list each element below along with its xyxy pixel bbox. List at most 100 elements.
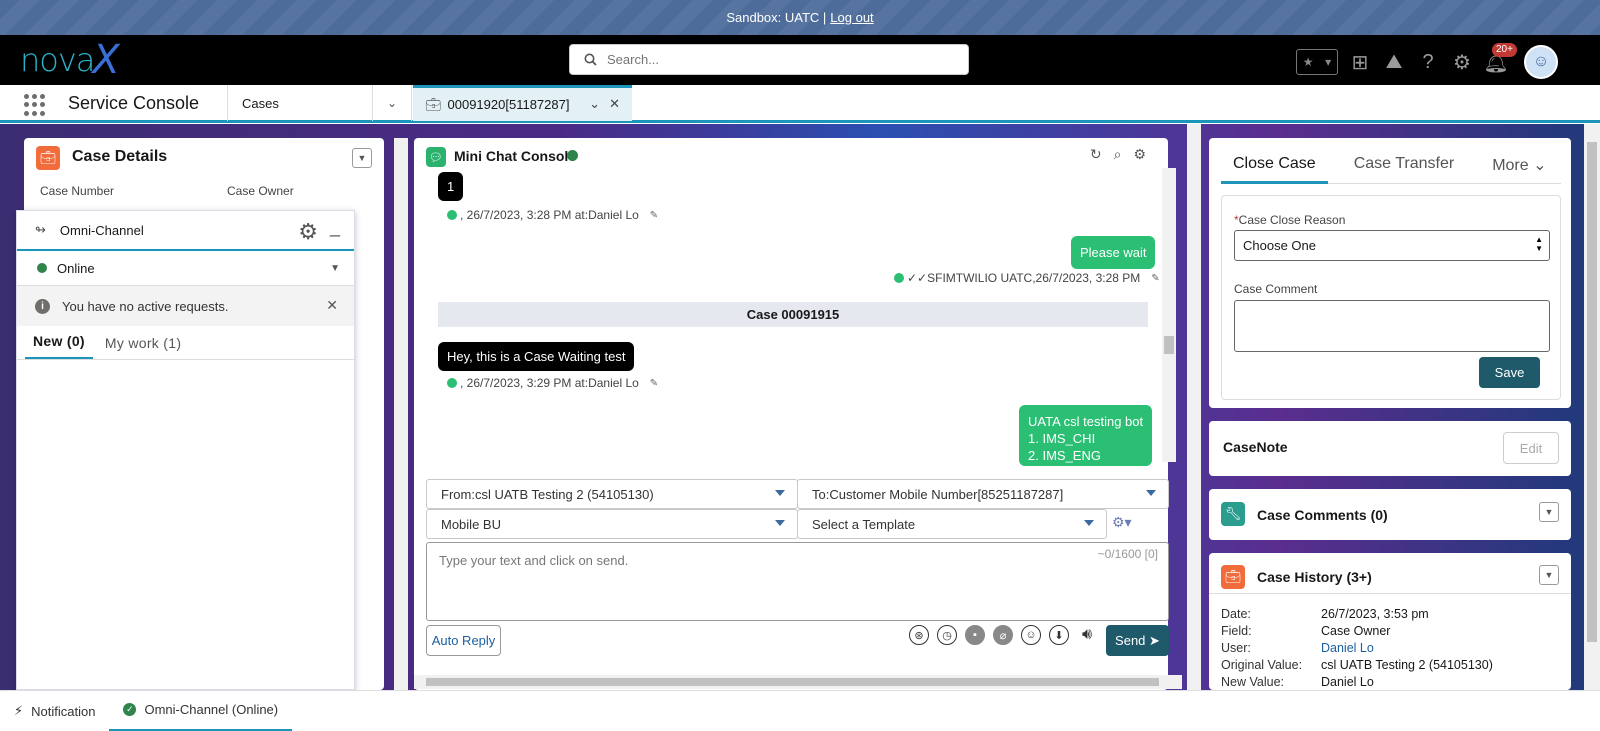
message-input[interactable]: Type your text and click on send. ~0/160… [426, 542, 1169, 621]
tab-close-case[interactable]: Close Case [1221, 150, 1328, 184]
case-icon: 💼︎ [36, 146, 60, 170]
app-launcher-icon[interactable] [24, 94, 46, 116]
close-case-tabs: Close Case Case Transfer More ⌄ [1221, 150, 1561, 184]
tab-case[interactable]: 💼︎ 00091920[51187287] ⌄ ✕ [413, 85, 632, 121]
send-button[interactable]: Send ➤ [1106, 625, 1169, 656]
star-icon: ★ [1302, 55, 1314, 69]
case-comments-dropdown-icon[interactable]: ▼ [1539, 502, 1559, 522]
settings-gear-icon[interactable]: ⚙ [1133, 146, 1146, 163]
edit-note-icon[interactable]: ✎ [650, 378, 658, 389]
chat-scrollbar[interactable] [1162, 168, 1176, 462]
message-meta-text: , 26/7/2023, 3:29 PM at:Daniel Lo [460, 376, 639, 390]
search-icon[interactable]: ⌕ [1114, 146, 1122, 163]
middle-scrollbar[interactable] [1187, 124, 1201, 690]
speaker-icon[interactable]: 🔊︎ [1077, 625, 1097, 645]
utility-omni-channel[interactable]: ✓ Omni-Channel (Online) [109, 690, 293, 731]
chat-scroll-thumb[interactable] [1164, 336, 1174, 354]
tab-more[interactable]: More ⌄ [1480, 150, 1558, 184]
omni-channel-panel: ↬ Omni-Channel ⚙ _ Online ▼ i You have n… [16, 210, 355, 690]
hscroll-thumb[interactable] [426, 678, 1159, 686]
case-briefcase-icon: 💼︎ [425, 96, 442, 112]
emoji-icon[interactable]: ☺ [1021, 625, 1041, 645]
business-unit-select[interactable]: Mobile BU [426, 509, 798, 539]
case-close-reason-label: *Case Close Reason [1234, 213, 1345, 227]
novax-logo[interactable]: nova X [20, 37, 120, 83]
send-label: Send [1115, 633, 1146, 648]
to-select[interactable]: To:Customer Mobile Number[85251187287] [797, 479, 1169, 509]
tab-my-work[interactable]: My work (1) [97, 335, 189, 359]
case-close-reason-text: Case Close Reason [1238, 213, 1346, 227]
case-close-reason-select[interactable]: Choose One ▲ ▼ [1234, 230, 1550, 261]
help-icon[interactable]: ? [1416, 49, 1440, 75]
casenote-title: CaseNote [1223, 439, 1288, 455]
auto-reply-button[interactable]: Auto Reply [426, 625, 501, 656]
from-select[interactable]: From:csl UATB Testing 2 (54105130) [426, 479, 798, 509]
send-arrow-icon: ➤ [1149, 632, 1160, 648]
case-history-card: 💼︎ Case History (3+) ▼ Date: 26/7/2023, 3… [1209, 553, 1571, 690]
trailhead-icon[interactable]: ⛰ [1382, 49, 1406, 75]
gear-icon[interactable]: ⚙ [298, 219, 318, 245]
bot-message-line: 2. IMS_ENG [1028, 448, 1101, 463]
translate-icon[interactable]: ⊛ [909, 625, 929, 645]
template-select[interactable]: Select a Template [797, 509, 1107, 539]
favorites-button[interactable]: ★ ▾ [1296, 49, 1338, 75]
clock-icon[interactable]: ◷ [937, 625, 957, 645]
message-outbound-bot: UATA csl testing bot 1. IMS_CHI 2. IMS_E… [1019, 405, 1153, 466]
case-history-title: Case History (3+) [1257, 569, 1372, 585]
global-search[interactable] [569, 44, 969, 75]
header-icons: ★ ▾ ⊞ ⛰ ? ⚙ 🔔︎ 20+ ☺ [1296, 43, 1558, 79]
template-select-value: Select a Template [812, 516, 916, 532]
tab-new[interactable]: New (0) [25, 333, 93, 359]
refresh-icon[interactable]: ↻ [1090, 146, 1102, 163]
utility-bar: ⚡︎ Notification ✓ Omni-Channel (Online) [0, 690, 1600, 731]
casenote-edit-button[interactable]: Edit [1503, 432, 1559, 464]
edit-note-icon[interactable]: ✎ [1151, 273, 1159, 284]
object-menu-chevron-icon[interactable]: ⌄ [372, 85, 412, 121]
case-details-dropdown-icon[interactable]: ▼ [352, 148, 372, 168]
download-icon[interactable]: ⬇ [1049, 625, 1069, 645]
quick-text-icon[interactable]: ▪ [965, 625, 985, 645]
case-close-reason-value: Choose One [1243, 238, 1316, 253]
tab-case-transfer[interactable]: Case Transfer [1342, 150, 1466, 184]
chat-horizontal-scrollbar[interactable] [414, 675, 1182, 689]
case-comments-card: 🔧︎ Case Comments (0) ▼ [1209, 489, 1571, 540]
from-select-value: From:csl UATB Testing 2 (54105130) [441, 486, 654, 502]
notifications-bell-icon[interactable]: 🔔︎ 20+ [1483, 43, 1517, 75]
setup-gear-icon[interactable]: ⚙ [1450, 49, 1474, 75]
minimize-icon[interactable]: _ [330, 217, 340, 238]
case-owner-label: Case Owner [227, 184, 294, 198]
message-meta: ✓✓SFIMTWILIO UATC,26/7/2023, 3:28 PM ✎ [894, 271, 1160, 285]
case-history-dropdown-icon[interactable]: ▼ [1539, 565, 1559, 585]
edit-note-icon[interactable]: ✎ [650, 210, 658, 221]
utility-notification[interactable]: ⚡︎ Notification [0, 691, 109, 731]
history-user-link[interactable]: Daniel Lo [1321, 641, 1374, 655]
attachment-icon[interactable]: ⌀ [993, 625, 1013, 645]
tab-close-icon[interactable]: ✕ [609, 96, 620, 112]
logout-link[interactable]: Log out [830, 10, 873, 25]
object-selector[interactable]: Cases [227, 85, 372, 121]
left-panel-scrollbar[interactable] [394, 138, 408, 690]
message-inbound: Hey, this is a Case Waiting test [438, 342, 635, 371]
right-scrollbar[interactable] [1584, 124, 1600, 690]
message-meta-text: , 26/7/2023, 3:28 PM at:Daniel Lo [460, 208, 639, 222]
user-avatar[interactable]: ☺ [1524, 45, 1558, 79]
history-row: Field: Case Owner [1221, 624, 1390, 638]
close-icon[interactable]: ✕ [326, 297, 338, 314]
logo-x: X [92, 37, 120, 83]
save-button[interactable]: Save [1479, 357, 1540, 388]
presence-status-select[interactable]: Online ▼ [17, 251, 354, 286]
template-settings-icon[interactable]: ⚙▾ [1112, 514, 1132, 531]
no-requests-notice: i You have no active requests. ✕ [17, 286, 354, 326]
right-scroll-thumb[interactable] [1587, 142, 1597, 642]
bot-message-line: 1. IMS_CHI [1028, 431, 1096, 446]
tab-chevron-icon[interactable]: ⌄ [589, 96, 600, 112]
case-comment-textarea[interactable] [1234, 300, 1550, 352]
search-input[interactable] [607, 52, 937, 67]
omni-title: Omni-Channel [59, 222, 144, 238]
lightning-icon: ⚡︎ [14, 703, 24, 718]
whatsapp-icon [447, 210, 457, 220]
history-value: 26/7/2023, 3:53 pm [1321, 607, 1429, 621]
omni-tabs: New (0) My work (1) [17, 326, 354, 360]
sandbox-banner: Sandbox: UATC | Log out [0, 0, 1600, 35]
global-actions-icon[interactable]: ⊞ [1348, 49, 1372, 75]
